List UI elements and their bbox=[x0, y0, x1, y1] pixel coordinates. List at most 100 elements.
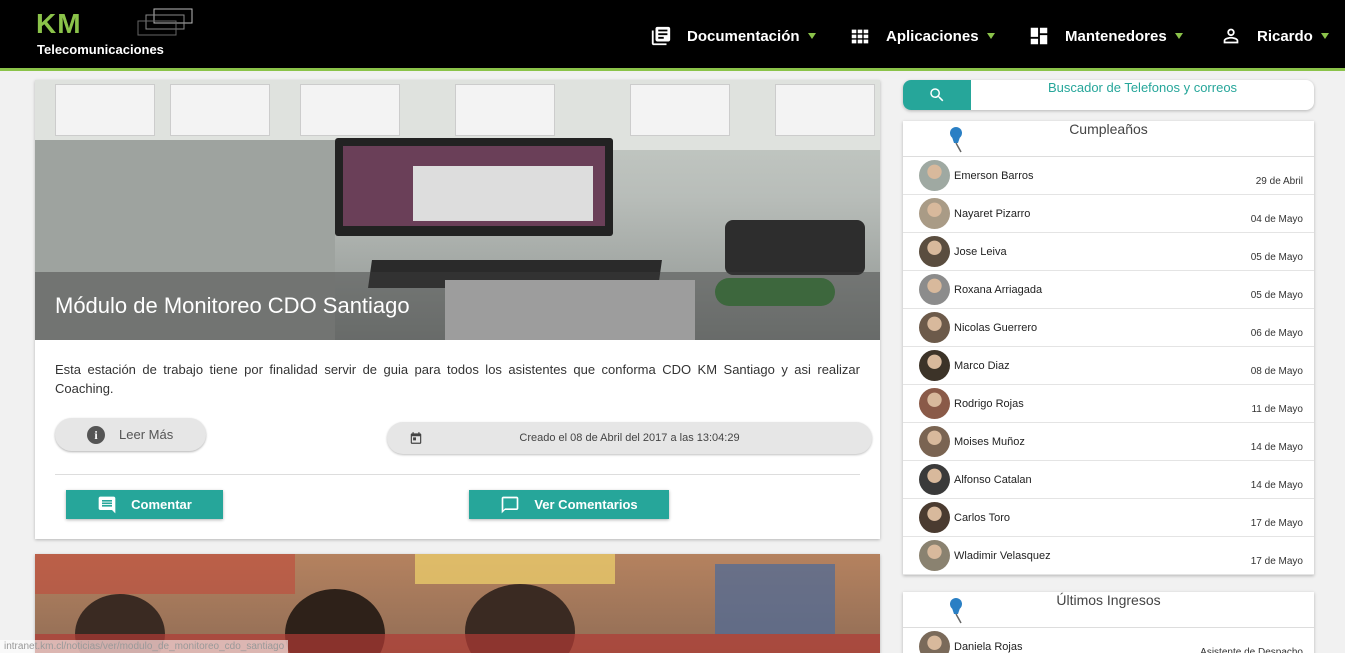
search-button[interactable] bbox=[903, 80, 971, 110]
nav-aplicaciones-label: Aplicaciones bbox=[886, 27, 979, 45]
list-item[interactable]: Carlos Toro 17 de Mayo bbox=[903, 499, 1314, 537]
person-name: Daniela Rojas bbox=[954, 641, 1023, 653]
nav-mantenedores-label: Mantenedores bbox=[1065, 27, 1167, 45]
created-date-chip: Creado el 08 de Abril del 2017 a las 13:… bbox=[387, 422, 872, 454]
nav-aplicaciones[interactable]: Aplicaciones bbox=[848, 22, 995, 50]
apps-grid-icon bbox=[848, 24, 872, 48]
library-books-icon bbox=[649, 24, 673, 48]
avatar bbox=[919, 198, 950, 229]
avatar bbox=[919, 464, 950, 495]
person-name: Alfonso Catalan bbox=[954, 474, 1032, 486]
person-icon bbox=[1219, 24, 1243, 48]
list-item[interactable]: Rodrigo Rojas 11 de Mayo bbox=[903, 385, 1314, 423]
nav-mantenedores[interactable]: Mantenedores bbox=[1027, 22, 1183, 50]
info-icon: i bbox=[87, 425, 105, 444]
news-post-card: Módulo de Monitoreo CDO Santiago Esta es… bbox=[35, 80, 880, 539]
comment-button-label: Comentar bbox=[131, 497, 192, 512]
pushpin-icon bbox=[950, 598, 962, 624]
dashboard-icon bbox=[1027, 24, 1051, 48]
logo-km-text: KM bbox=[36, 8, 82, 39]
birthday-date: 29 de Abril bbox=[1255, 176, 1303, 187]
chevron-down-icon bbox=[1174, 33, 1183, 39]
view-comments-label: Ver Comentarios bbox=[534, 497, 638, 512]
list-item[interactable]: Jose Leiva 05 de Mayo bbox=[903, 233, 1314, 271]
birthday-date: 14 de Mayo bbox=[1250, 480, 1303, 491]
birthday-date: 05 de Mayo bbox=[1250, 290, 1303, 301]
person-name: Rodrigo Rojas bbox=[954, 398, 1024, 410]
latest-panel: Últimos Ingresos Daniela Rojas Asistente … bbox=[903, 592, 1314, 653]
chevron-down-icon bbox=[807, 33, 816, 39]
chevron-down-icon bbox=[986, 33, 995, 39]
latest-header: Últimos Ingresos bbox=[903, 592, 1314, 628]
avatar bbox=[919, 160, 950, 191]
avatar bbox=[919, 350, 950, 381]
comment-icon bbox=[98, 496, 116, 513]
birthday-date: 06 de Mayo bbox=[1250, 328, 1303, 339]
post-title[interactable]: Módulo de Monitoreo CDO Santiago bbox=[55, 293, 410, 319]
avatar bbox=[919, 312, 950, 343]
avatar bbox=[919, 540, 950, 571]
person-name: Wladimir Velasquez bbox=[954, 550, 1051, 562]
nav-user-menu[interactable]: Ricardo bbox=[1219, 22, 1329, 50]
status-bar-url: intranet.km.cl/noticias/ver/modulo_de_mo… bbox=[0, 640, 289, 653]
list-item[interactable]: Moises Muñoz 14 de Mayo bbox=[903, 423, 1314, 461]
list-item[interactable]: Nicolas Guerrero 06 de Mayo bbox=[903, 309, 1314, 347]
person-name: Marco Diaz bbox=[954, 360, 1010, 372]
latest-list: Daniela Rojas Asistente de Despacho bbox=[903, 628, 1314, 653]
person-name: Jose Leiva bbox=[954, 246, 1007, 258]
birthday-date: 08 de Mayo bbox=[1250, 366, 1303, 377]
birthday-date: 11 de Mayo bbox=[1251, 404, 1303, 415]
logo-boxes-icon bbox=[137, 8, 193, 36]
birthdays-title: Cumpleaños bbox=[1069, 121, 1148, 137]
list-item[interactable]: Nayaret Pizarro 04 de Mayo bbox=[903, 195, 1314, 233]
birthday-date: 04 de Mayo bbox=[1250, 214, 1303, 225]
avatar bbox=[919, 388, 950, 419]
avatar bbox=[919, 631, 950, 653]
read-more-label: Leer Más bbox=[119, 427, 174, 442]
divider bbox=[55, 474, 860, 475]
avatar bbox=[919, 426, 950, 457]
comment-button[interactable]: Comentar bbox=[66, 490, 223, 519]
list-item[interactable]: Daniela Rojas Asistente de Despacho bbox=[903, 628, 1314, 653]
birthday-date: 14 de Mayo bbox=[1250, 442, 1303, 453]
birthday-date: 05 de Mayo bbox=[1250, 252, 1303, 263]
latest-title: Últimos Ingresos bbox=[1056, 592, 1161, 608]
chat-bubble-outline-icon bbox=[501, 496, 519, 513]
nav-documentacion-label: Documentación bbox=[687, 27, 800, 45]
list-item[interactable]: Emerson Barros 29 de Abril bbox=[903, 157, 1314, 195]
job-title: Asistente de Despacho bbox=[1200, 647, 1303, 653]
avatar bbox=[919, 502, 950, 533]
person-name: Nicolas Guerrero bbox=[954, 322, 1038, 334]
search-icon bbox=[930, 88, 944, 102]
logo-subtitle: Telecomunicaciones bbox=[37, 42, 164, 57]
km-logo[interactable]: KM Telecomunicaciones bbox=[36, 8, 196, 58]
person-name: Roxana Arriagada bbox=[954, 284, 1043, 296]
nav-user-label: Ricardo bbox=[1257, 27, 1313, 45]
birthdays-header: Cumpleaños bbox=[903, 121, 1314, 157]
post-description: Esta estación de trabajo tiene por final… bbox=[55, 362, 860, 396]
person-name: Carlos Toro bbox=[954, 512, 1011, 524]
nav-documentacion[interactable]: Documentación bbox=[649, 22, 816, 50]
person-name: Moises Muñoz bbox=[954, 436, 1025, 448]
list-item[interactable]: Wladimir Velasquez 17 de Mayo bbox=[903, 537, 1314, 575]
birthdays-panel: Cumpleaños Emerson Barros 29 de Abril Naya… bbox=[903, 121, 1314, 575]
birthday-date: 17 de Mayo bbox=[1250, 518, 1303, 529]
news-post-card-2[interactable] bbox=[35, 554, 880, 653]
top-navbar: KM Telecomunicaciones Documentación Apli… bbox=[0, 0, 1345, 71]
phone-email-search[interactable]: Buscador de Telefonos y correos bbox=[903, 80, 1314, 110]
read-more-button[interactable]: i Leer Más bbox=[55, 418, 206, 451]
birthdays-list: Emerson Barros 29 de Abril Nayaret Pizarro… bbox=[903, 157, 1314, 575]
list-item[interactable]: Roxana Arriagada 05 de Mayo bbox=[903, 271, 1314, 309]
person-name: Emerson Barros bbox=[954, 170, 1034, 182]
birthday-date: 17 de Mayo bbox=[1250, 556, 1303, 567]
view-comments-button[interactable]: Ver Comentarios bbox=[469, 490, 669, 519]
chevron-down-icon bbox=[1320, 33, 1329, 39]
avatar bbox=[919, 274, 950, 305]
list-item[interactable]: Marco Diaz 08 de Mayo bbox=[903, 347, 1314, 385]
pushpin-icon bbox=[950, 127, 962, 153]
avatar bbox=[919, 236, 950, 267]
created-date-text: Creado el 08 de Abril del 2017 a las 13:… bbox=[519, 432, 740, 444]
search-label[interactable]: Buscador de Telefonos y correos bbox=[971, 80, 1314, 110]
list-item[interactable]: Alfonso Catalan 14 de Mayo bbox=[903, 461, 1314, 499]
person-name: Nayaret Pizarro bbox=[954, 208, 1031, 220]
